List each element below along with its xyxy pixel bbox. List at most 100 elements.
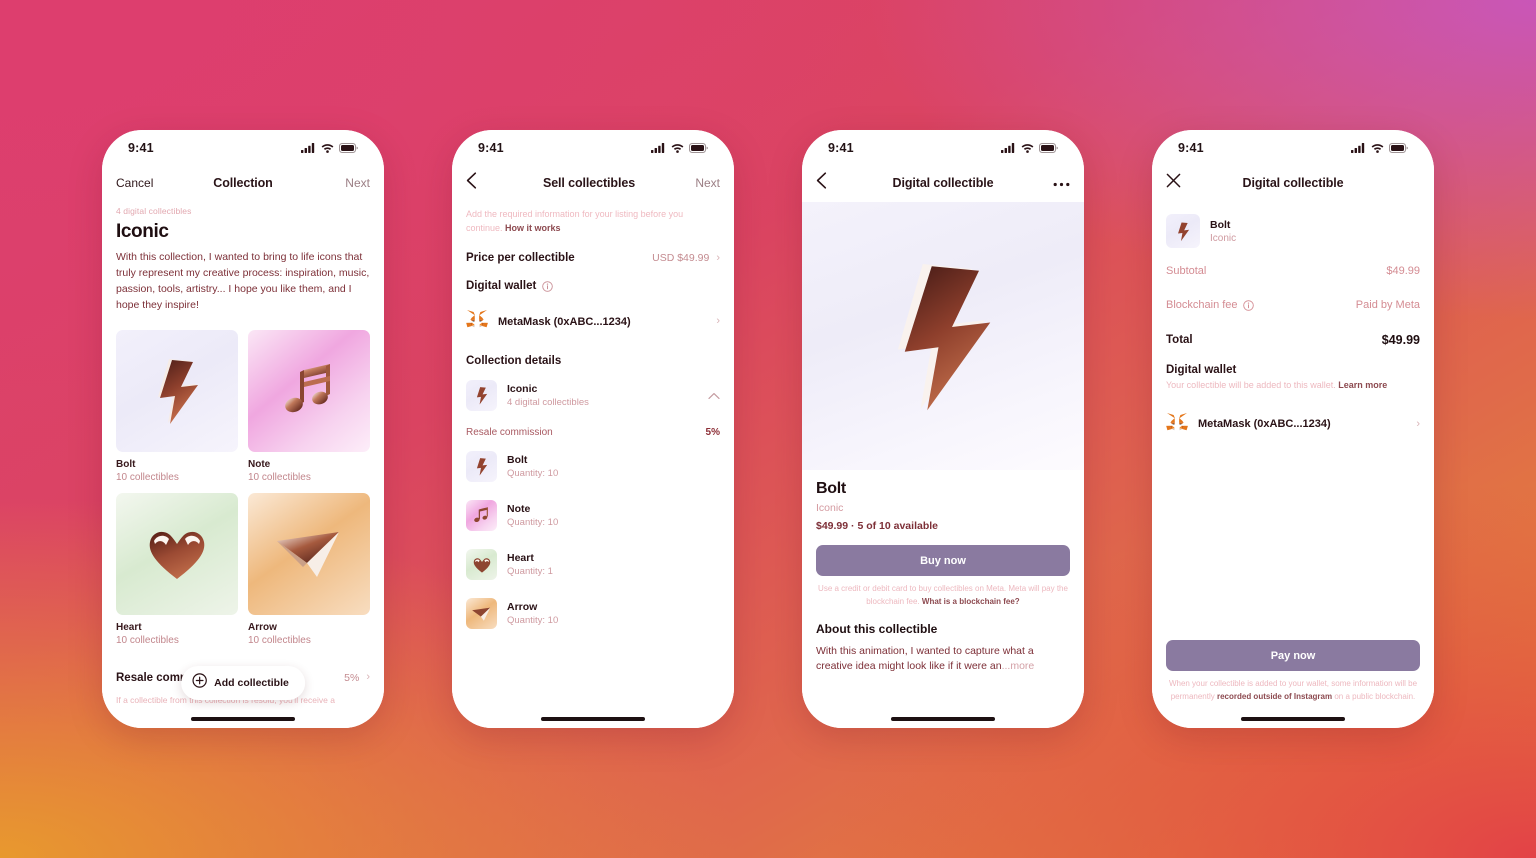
- collectible-thumbnail: [116, 329, 238, 452]
- back-button[interactable]: [466, 172, 500, 194]
- disclaimer-post: on a public blockchain.: [1332, 692, 1416, 702]
- item-row-bolt[interactable]: Bolt Quantity: 10: [466, 442, 720, 491]
- more-options-button[interactable]: [1036, 174, 1070, 192]
- pay-now-button[interactable]: Pay now: [1166, 640, 1420, 672]
- note-icon: [285, 363, 330, 413]
- phone-3-collectible-detail: 9:41 Digital collectible Bolt Iconic $49…: [802, 130, 1084, 728]
- close-button[interactable]: [1166, 173, 1200, 193]
- item-quantity: Quantity: 10: [507, 468, 559, 479]
- how-it-works-link[interactable]: How it works: [505, 223, 561, 233]
- info-icon[interactable]: [1242, 299, 1254, 311]
- status-bar: 9:41: [452, 130, 734, 164]
- summary-row-blockchain-fee: Blockchain fee Paid by Meta: [1166, 288, 1420, 322]
- cellular-signal-icon: [651, 143, 666, 153]
- digital-wallet-title: Digital wallet: [466, 280, 537, 292]
- price-value: USD $49.99: [652, 252, 710, 264]
- item-name: Arrow: [507, 601, 538, 613]
- product-thumbnail: [1166, 214, 1200, 248]
- listing-hint: Add the required information for your li…: [466, 208, 720, 235]
- wifi-icon: [1371, 143, 1384, 153]
- wifi-icon: [1021, 143, 1034, 153]
- item-row-arrow[interactable]: Arrow Quantity: 10: [466, 589, 720, 638]
- page-title: Digital collectible: [892, 176, 994, 190]
- about-heading: About this collectible: [816, 621, 938, 636]
- next-button[interactable]: Next: [328, 176, 370, 190]
- collectible-name: Heart: [116, 621, 142, 633]
- back-button[interactable]: [816, 172, 850, 194]
- cancel-button[interactable]: Cancel: [116, 176, 158, 190]
- item-row-note[interactable]: Note Quantity: 10: [466, 491, 720, 540]
- chevron-up-icon[interactable]: [708, 387, 720, 405]
- item-name: Note: [507, 503, 531, 515]
- note-icon: [474, 507, 488, 523]
- more-options-icon: [1053, 174, 1070, 192]
- battery-icon: [339, 143, 358, 153]
- learn-more-link[interactable]: Learn more: [1338, 380, 1387, 390]
- purchase-fine-print: Use a credit or debit card to buy collec…: [816, 583, 1070, 609]
- collectible-thumbnail: [248, 329, 370, 452]
- collectible-hero-image: [802, 202, 1084, 470]
- cellular-signal-icon: [301, 143, 316, 153]
- total-label: Total: [1166, 334, 1193, 346]
- chevron-right-icon: ›: [366, 671, 370, 684]
- collection-row-iconic[interactable]: Iconic 4 digital collectibles: [466, 371, 720, 420]
- item-quantity: Quantity: 10: [507, 615, 559, 626]
- wallet-row-metamask[interactable]: MetaMask (0xABC...1234) ›: [466, 300, 720, 343]
- chevron-right-icon: ›: [716, 251, 720, 264]
- collection-thumbnail: [466, 380, 497, 411]
- item-quantity: Quantity: 1: [507, 566, 553, 577]
- listing-hint-text: Add the required information for your li…: [466, 209, 684, 233]
- battery-icon: [689, 143, 708, 153]
- heart-icon: [473, 557, 490, 573]
- collectible-tile-bolt[interactable]: Bolt 10 collectibles: [116, 329, 238, 483]
- collectible-tile-heart[interactable]: Heart 10 collectibles: [116, 492, 238, 646]
- collectible-tile-note[interactable]: Note 10 collectibles: [248, 329, 370, 483]
- status-bar: 9:41: [1152, 130, 1434, 164]
- wallet-row-metamask[interactable]: MetaMask (0xABC...1234) ›: [1166, 403, 1420, 446]
- next-button[interactable]: Next: [678, 176, 720, 190]
- flexible-spacer: [1166, 446, 1420, 641]
- collectible-thumbnail: [116, 492, 238, 615]
- plus-circle-icon: [192, 673, 207, 693]
- arrow-icon: [472, 607, 491, 621]
- collectible-name: Bolt: [116, 458, 136, 470]
- item-quantity: Quantity: 10: [507, 517, 559, 528]
- page-title: Collection: [213, 176, 273, 190]
- bolt-icon: [476, 387, 488, 405]
- collectible-tile-arrow[interactable]: Arrow 10 collectibles: [248, 492, 370, 646]
- price-per-collectible-row[interactable]: Price per collectible USD $49.99 ›: [466, 241, 720, 274]
- buy-now-button[interactable]: Buy now: [816, 545, 1070, 576]
- item-name: Heart: [507, 552, 534, 564]
- item-thumbnail: [466, 598, 497, 629]
- resale-commission-label: Resale commission: [466, 427, 553, 438]
- phone-mockups-stage: 9:41 Cancel Collection Next 4 digital co…: [0, 0, 1536, 858]
- metamask-icon: [466, 309, 488, 334]
- blockchain-fee-link[interactable]: What is a blockchain fee?: [922, 597, 1020, 606]
- add-collectible-button[interactable]: Add collectible: [181, 666, 305, 700]
- phone-1-collection: 9:41 Cancel Collection Next 4 digital co…: [102, 130, 384, 728]
- navigation-bar: Cancel Collection Next: [102, 164, 384, 202]
- about-text: With this animation, I wanted to capture…: [816, 644, 1070, 676]
- page-title: Digital collectible: [1242, 176, 1344, 190]
- bolt-icon: [898, 264, 991, 411]
- collectible-count: 10 collectibles: [116, 634, 179, 646]
- status-time: 9:41: [828, 141, 854, 155]
- read-more-link[interactable]: ...more: [1002, 660, 1035, 672]
- chevron-right-icon: ›: [716, 315, 720, 327]
- phone-2-sell-collectibles: 9:41 Sell collectibles Next Add the requ…: [452, 130, 734, 728]
- resale-commission-row: Resale commission 5%: [466, 420, 720, 442]
- wifi-icon: [321, 143, 334, 153]
- item-row-heart[interactable]: Heart Quantity: 1: [466, 540, 720, 589]
- resale-commission-value: 5%: [344, 671, 360, 684]
- navigation-bar: Sell collectibles Next: [452, 164, 734, 202]
- collectibles-grid: Bolt 10 collectibles Note 10 collectible…: [116, 329, 370, 700]
- info-icon[interactable]: [542, 280, 554, 292]
- product-name: Bolt: [1210, 218, 1231, 231]
- collection-sub: 4 digital collectibles: [507, 397, 589, 408]
- digital-wallet-note: Your collectible will be added to this w…: [1166, 379, 1420, 393]
- blockchain-fee-label: Blockchain fee: [1166, 299, 1238, 311]
- subtotal-label: Subtotal: [1166, 265, 1207, 277]
- checkout-disclaimer: When your collectible is added to your w…: [1166, 678, 1420, 704]
- navigation-bar: Digital collectible: [802, 164, 1084, 202]
- subtotal-value: $49.99: [1386, 265, 1420, 277]
